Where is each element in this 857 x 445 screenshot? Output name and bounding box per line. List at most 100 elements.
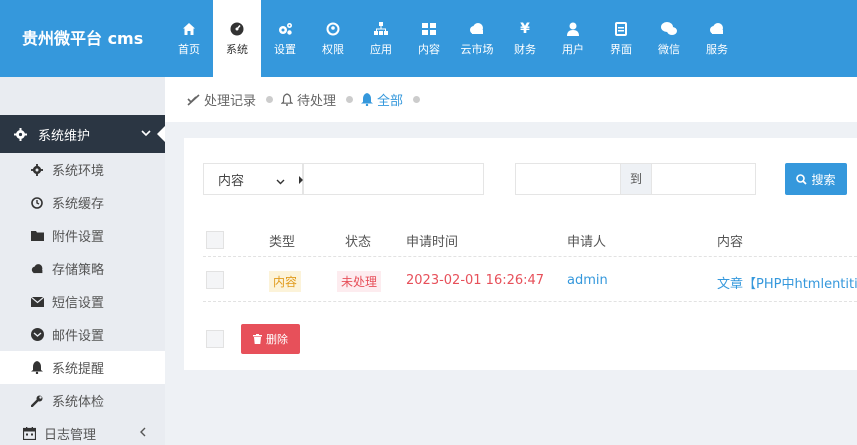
- tab-all[interactable]: 全部: [361, 90, 403, 109]
- header-time[interactable]: 申请时间: [406, 231, 458, 250]
- tab-label: 待处理: [297, 94, 337, 109]
- sidebar-item-label: 系统缓存: [52, 197, 105, 212]
- yen-icon: ¥: [520, 20, 530, 37]
- brand-title[interactable]: 贵州微平台 cms: [0, 0, 165, 77]
- chevron-left-icon: [139, 426, 147, 441]
- nav-label: 首页: [178, 42, 200, 56]
- sidebar-item-label: 系统体检: [52, 395, 105, 410]
- chevron-down-icon: [141, 127, 151, 142]
- sidebar-spacer: [0, 77, 165, 115]
- nav-label: 应用: [370, 42, 392, 56]
- clock-icon: [30, 196, 44, 209]
- sidebar-item-reminder[interactable]: 系统提醒: [0, 351, 165, 384]
- window-icon: [613, 21, 629, 37]
- apply-time: 2023-02-01 16:26:47: [406, 273, 545, 288]
- tab-pending[interactable]: 待处理: [281, 90, 336, 109]
- sidebar-item-label: 系统环境: [52, 164, 105, 179]
- search-button-label: 搜索: [811, 172, 836, 187]
- sidebar-item-log-management[interactable]: 日志管理: [0, 417, 165, 445]
- nav-item-wechat[interactable]: 微信: [645, 0, 693, 77]
- end-date-input[interactable]: [651, 163, 756, 195]
- applicant-link[interactable]: admin: [567, 273, 608, 288]
- sidebar-item-label: 邮件设置: [52, 329, 105, 344]
- records-panel: 内容 到 搜索 类型 状态 申请时间 申请人 内容 内容 未处理 2023-02…: [184, 138, 857, 370]
- calendar-icon: [22, 427, 36, 440]
- grid-icon: [421, 21, 437, 37]
- sidebar-item-attachment[interactable]: 附件设置: [0, 219, 165, 252]
- footer-select-all-checkbox[interactable]: [206, 330, 224, 348]
- date-range-separator: 到: [621, 163, 651, 195]
- envelope-icon: [30, 296, 44, 307]
- nav-item-apps[interactable]: 应用: [357, 0, 405, 77]
- nav-item-cloud-market[interactable]: 云市场: [453, 0, 501, 77]
- sidebar-item-label: 附件设置: [52, 230, 105, 245]
- type-badge: 内容: [269, 271, 302, 292]
- sidebar-item-system-env[interactable]: 系统环境: [0, 153, 165, 186]
- nav-item-system[interactable]: 系统: [213, 0, 261, 77]
- sidebar-item-label: 短信设置: [52, 296, 105, 311]
- nav-item-home[interactable]: 首页: [165, 0, 213, 77]
- cloud-icon: [709, 21, 725, 37]
- gear-icon: [30, 163, 44, 176]
- folder-icon: [30, 230, 44, 241]
- tab-separator: [413, 96, 421, 103]
- nav-label: 界面: [610, 42, 632, 56]
- search-field-select[interactable]: 内容: [203, 163, 303, 195]
- start-date-input[interactable]: [515, 163, 621, 195]
- dashboard-icon: [229, 21, 245, 37]
- sidebar-section-label: 系统维护: [38, 128, 91, 144]
- nav-item-interface[interactable]: 界面: [597, 0, 645, 77]
- delete-button[interactable]: 删除: [241, 324, 300, 354]
- cloud-icon: [469, 21, 485, 37]
- tab-separator: [346, 96, 354, 103]
- user-circle-icon: [325, 21, 341, 37]
- nav-item-service[interactable]: 服务: [693, 0, 741, 77]
- header-type[interactable]: 类型: [269, 231, 295, 250]
- delete-button-label: 删除: [266, 333, 288, 346]
- sidebar-item-email[interactable]: 邮件设置: [0, 318, 165, 351]
- tab-label: 全部: [377, 94, 404, 109]
- nav-label: 内容: [418, 42, 440, 56]
- envelope-open-icon: [30, 328, 44, 341]
- nav-item-finance[interactable]: ¥ 财务: [501, 0, 549, 77]
- bell-icon: [30, 361, 44, 374]
- sidebar: 系统维护 系统环境 系统缓存 附件设置 存储策略 短信设置 邮件设置 系统提醒 …: [0, 77, 165, 445]
- nav-label: 设置: [274, 42, 296, 56]
- nav-item-permissions[interactable]: 权限: [309, 0, 357, 77]
- content-link[interactable]: 文章【PHP中htmlentitie: [717, 273, 857, 292]
- select-all-checkbox[interactable]: [206, 231, 224, 249]
- search-button[interactable]: 搜索: [785, 163, 847, 195]
- search-keyword-input[interactable]: [303, 163, 484, 195]
- header-applicant[interactable]: 申请人: [567, 231, 606, 250]
- nav-item-content[interactable]: 内容: [405, 0, 453, 77]
- bell-icon: [361, 93, 374, 106]
- active-notch: [157, 126, 165, 142]
- row-checkbox[interactable]: [206, 271, 224, 289]
- sidebar-item-sms[interactable]: 短信设置: [0, 285, 165, 318]
- nav-label: 服务: [706, 42, 728, 56]
- sitemap-icon: [373, 21, 389, 37]
- sidebar-item-storage[interactable]: 存储策略: [0, 252, 165, 285]
- bell-outline-icon: [281, 93, 294, 106]
- header-status[interactable]: 状态: [345, 231, 371, 250]
- nav-label: 云市场: [460, 42, 494, 56]
- wrench-icon: [30, 395, 44, 407]
- wechat-icon: [661, 21, 677, 37]
- sidebar-item-checkup[interactable]: 系统体检: [0, 384, 165, 417]
- header-content[interactable]: 内容: [717, 231, 743, 250]
- tab-processed[interactable]: 处理记录: [187, 90, 256, 109]
- nav-item-users[interactable]: 用户: [549, 0, 597, 77]
- sidebar-section-system-maintenance[interactable]: 系统维护: [0, 115, 165, 153]
- cloud-icon: [30, 263, 44, 274]
- top-header: 贵州微平台 cms 首页 系统 设置 权限 应用 内容 云市场 ¥ 财务 用户 …: [0, 0, 857, 77]
- main-content: 处理记录 待处理 全部 内容 到 搜索 类型 状态 申请时间 申请人 内容 内容…: [165, 77, 857, 445]
- sidebar-item-label: 系统提醒: [52, 362, 105, 377]
- user-icon: [565, 21, 581, 37]
- tab-label: 处理记录: [204, 94, 257, 109]
- nav-label: 财务: [514, 42, 536, 56]
- nav-label: 微信: [658, 42, 680, 56]
- search-field-value: 内容: [218, 173, 245, 189]
- tab-separator: [266, 96, 274, 103]
- nav-item-settings[interactable]: 设置: [261, 0, 309, 77]
- sidebar-item-system-cache[interactable]: 系统缓存: [0, 186, 165, 219]
